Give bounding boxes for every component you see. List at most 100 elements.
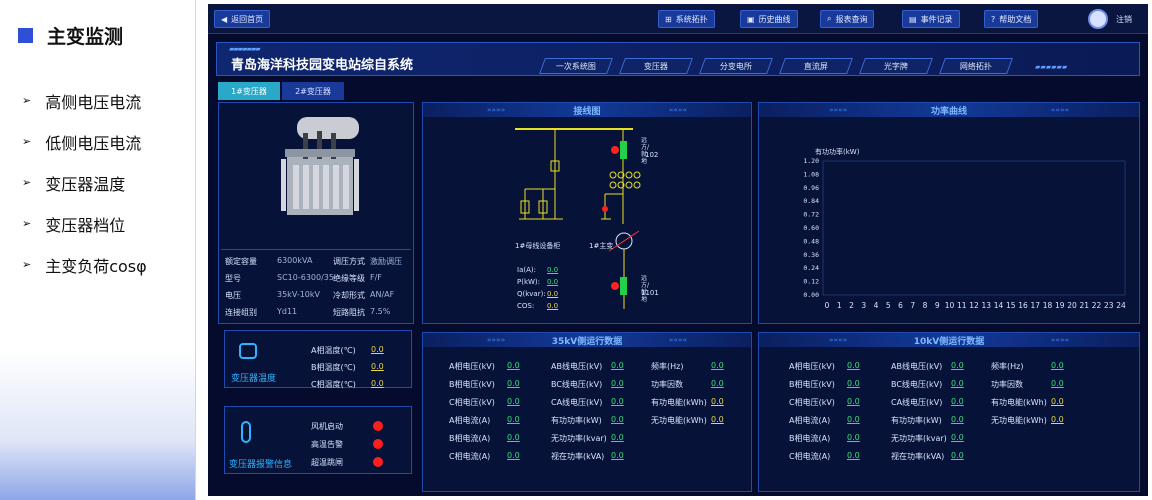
measurement-value: 0.0 [547, 302, 559, 310]
data-value: 0.0 [507, 361, 520, 370]
data-row: B相电压(kV) 0.0 [449, 379, 520, 390]
button-label: 历史曲线 [758, 14, 791, 24]
button-label: 系统拓扑 [675, 14, 708, 24]
data-value: 0.0 [1051, 361, 1064, 370]
arrow-bullet-icon: ➢ [22, 258, 32, 271]
nav-tab-primary-diagram[interactable]: 一次系统图 [539, 58, 613, 74]
data-label: C相电流(A) [789, 452, 831, 461]
event-log-button[interactable]: ▤ 事件记录 [902, 10, 960, 28]
measurement-label: COS: [517, 302, 535, 310]
data-row: C相电流(A) 0.0 [789, 451, 860, 462]
history-curve-button[interactable]: ▣ 历史曲线 [740, 10, 798, 28]
data-label: CA线电压(kV) [551, 398, 603, 407]
temp-label: B相温度(℃) [311, 363, 356, 372]
data-label: 功率因数 [651, 380, 683, 389]
temp-row: A相温度(℃) 0.0 [311, 345, 384, 356]
info-row: 额定容量 6300kVA 调压方式 激励调压 [225, 256, 402, 267]
slide-sidebar: 主变监测 ➢ 高侧电压电流 ➢ 低侧电压电流 ➢ 变压器温度 ➢ 变压器档位 ➢ 主变负荷… [0, 0, 196, 500]
system-title: 青岛海洋科技园变电站综自系统 [231, 58, 414, 73]
wiring-title: 接线图 [573, 106, 601, 117]
x-tick-label: 5 [886, 301, 891, 310]
y-tick-label: 0.24 [803, 264, 819, 272]
lv-panel-header: »»»» 10kV侧运行数据 «««« [759, 333, 1139, 347]
y-tick-label: 0.84 [803, 197, 819, 205]
info-label: 连接组别 [225, 308, 257, 317]
chevron-left-icon: «««« [1050, 106, 1069, 114]
data-row: 无功功率(kvar) 0.0 [891, 433, 964, 444]
tab-transformer-1[interactable]: 1#变压器 [218, 82, 280, 100]
sidebar-header: 主变监测 [18, 22, 123, 49]
back-arrow-icon: ◀ [221, 14, 228, 24]
data-value: 0.0 [611, 397, 624, 406]
x-tick-label: 18 [1043, 301, 1053, 310]
arrow-bullet-icon: ➢ [22, 217, 32, 230]
y-tick-label: 1.20 [803, 157, 819, 165]
logout-link[interactable]: 注销 [1116, 14, 1132, 25]
data-value: 0.0 [611, 451, 624, 460]
data-value: 0.0 [951, 415, 964, 424]
divider [221, 249, 411, 250]
data-label: 无功功率(kvar) [891, 434, 947, 443]
nav-tab-transformer[interactable]: 变压器 [619, 58, 693, 74]
x-tick-label: 17 [1030, 301, 1040, 310]
power-title: 功率曲线 [930, 106, 967, 117]
data-value: 0.0 [711, 379, 724, 388]
x-tick-label: 24 [1116, 301, 1126, 310]
nav-label: 光字牌 [884, 61, 908, 71]
info-label: 绝缘等级 [333, 274, 365, 283]
data-label: 视在功率(kVA) [891, 452, 945, 461]
info-value: 35kV-10kV [277, 290, 320, 299]
info-row: 型号 SC10-6300/35 绝缘等级 F/F [225, 273, 382, 284]
info-row: 连接组别 Yd11 短路阻抗 7.5% [225, 307, 390, 318]
x-tick-label: 4 [874, 301, 879, 310]
info-label: 冷却形式 [333, 291, 365, 300]
back-home-button[interactable]: ◀ 返回首页 [214, 10, 271, 28]
info-row: 电压 35kV-10kV 冷却形式 AN/AF [225, 290, 394, 301]
x-tick-label: 23 [1104, 301, 1114, 310]
help-doc-button[interactable]: ? 帮助文档 [984, 10, 1039, 28]
data-value: 0.0 [847, 415, 860, 424]
data-label: 有功功率(kW) [551, 416, 602, 425]
title-bar: ▰▰▰▰▰▰▰ 青岛海洋科技园变电站综自系统 一次系统图 变压器 分变电所 直流… [216, 42, 1140, 76]
data-value: 0.0 [507, 379, 520, 388]
data-row: A相电压(kV) 0.0 [449, 361, 520, 372]
x-tick-label: 11 [957, 301, 967, 310]
nav-tab-substation[interactable]: 分变电所 [699, 58, 773, 74]
data-value: 0.0 [611, 361, 624, 370]
nav-tab-indicator[interactable]: 光字牌 [859, 58, 933, 74]
chevron-right-icon: »»»» [487, 336, 506, 344]
y-tick-label: 0.96 [803, 184, 819, 192]
x-tick-label: 19 [1055, 301, 1065, 310]
nav-tab-network-topology[interactable]: 网络拓扑 [939, 58, 1013, 74]
chart-icon: ▣ [747, 14, 755, 24]
nav-tab-dc-panel[interactable]: 直流屏 [779, 58, 853, 74]
data-label: 功率因数 [991, 380, 1023, 389]
x-tick-label: 6 [898, 301, 903, 310]
data-row: B相电流(A) 0.0 [449, 433, 520, 444]
hv-data-panel: »»»» 35kV侧运行数据 «««« A相电压(kV) 0.0 B相电压(kV) 0.0… [422, 332, 752, 492]
hv-panel-header: »»»» 35kV侧运行数据 «««« [423, 333, 751, 347]
sidebar-item: ➢ 低侧电压电流 [22, 121, 147, 162]
power-curve-panel: »»»» 功率曲线 «««« 有功功率(kW) 0.00 0.12 0.24 0.36 0.… [758, 102, 1140, 324]
button-label: 报表查询 [835, 14, 868, 24]
chevron-right-icon: »»»» [487, 106, 506, 114]
data-value: 0.0 [847, 361, 860, 370]
x-tick-label: 10 [945, 301, 955, 310]
plot-area [822, 160, 1126, 296]
data-value: 0.0 [507, 397, 520, 406]
user-avatar-icon[interactable] [1088, 9, 1108, 29]
measurement-row: COS: 0.0 [517, 302, 558, 310]
data-row: 视在功率(kVA) 0.0 [891, 451, 964, 462]
x-tick-label: 15 [1006, 301, 1016, 310]
data-label: AB线电压(kV) [891, 362, 943, 371]
sidebar-title: 主变监测 [47, 26, 124, 48]
tab-transformer-2[interactable]: 2#变压器 [282, 82, 344, 100]
data-row: A相电流(A) 0.0 [789, 415, 860, 426]
sidebar-item: ➢ 变压器温度 [22, 162, 147, 203]
alarm-indicator [373, 457, 383, 467]
data-row: 有功功率(kW) 0.0 [551, 415, 624, 426]
report-query-button[interactable]: ⌕ 报表查询 [820, 10, 875, 28]
data-label: 无功功率(kvar) [551, 434, 607, 443]
system-topology-button[interactable]: ⊞ 系统拓扑 [658, 10, 715, 28]
data-row: 无功电能(kWh) 0.0 [991, 415, 1064, 426]
